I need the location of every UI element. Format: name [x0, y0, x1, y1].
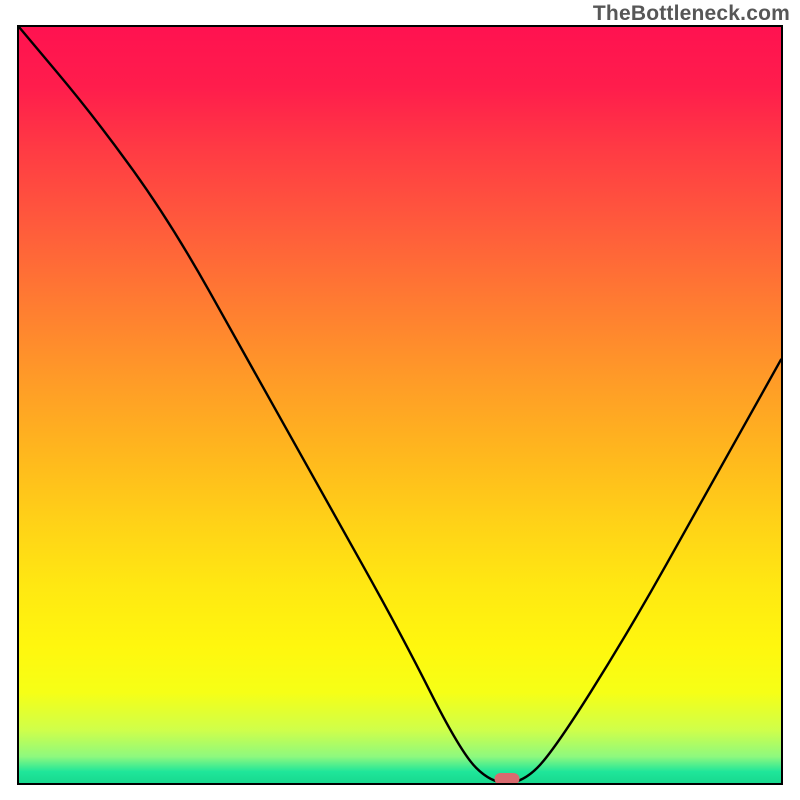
attribution-text: TheBottleneck.com: [593, 2, 790, 26]
optimal-point-marker: [494, 773, 519, 785]
plot-area: [17, 25, 783, 785]
bottleneck-curve: [19, 27, 781, 783]
chart-container: TheBottleneck.com: [0, 0, 800, 800]
